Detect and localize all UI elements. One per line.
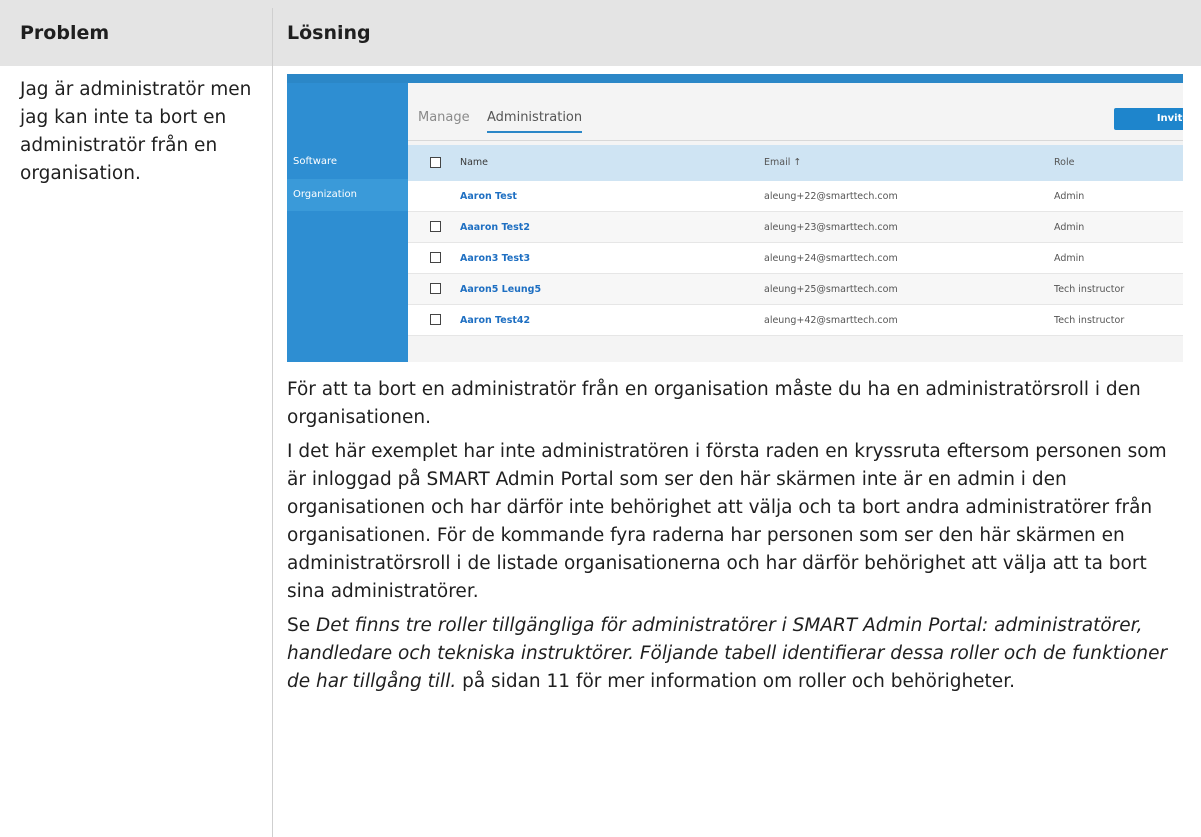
- row-role: Admin: [1054, 253, 1085, 264]
- screenshot-top-bar: [287, 74, 1183, 83]
- sidebar-item-organization: Organization: [287, 179, 408, 211]
- solution-paragraph-3: Se Det finns tre roller tillgängliga för…: [287, 612, 1187, 696]
- sidebar-item-software: Software: [293, 156, 338, 167]
- row-checkbox: [430, 314, 441, 325]
- row-email: aleung+25@smarttech.com: [764, 284, 898, 295]
- invite-button: Invite: [1114, 108, 1183, 130]
- column-divider: [272, 8, 273, 837]
- row-name: Aaron Test42: [460, 315, 531, 326]
- row-role: Tech instructor: [1054, 315, 1125, 326]
- row-name: Aaaron Test2: [460, 222, 530, 233]
- row-role: Admin: [1054, 191, 1085, 202]
- table-row: Aaaron Test2 aleung+23@smarttech.com Adm…: [408, 212, 1183, 243]
- row-checkbox: [430, 221, 441, 232]
- solution-paragraph-1: För att ta bort en administratör från en…: [287, 379, 1141, 428]
- solution-cell: För att ta bort en administratör från en…: [287, 376, 1187, 702]
- table-row: Aaron Test aleung+22@smarttech.com Admin: [408, 181, 1183, 212]
- column-name: Name: [460, 157, 489, 168]
- row-role: Admin: [1054, 222, 1085, 233]
- select-all-checkbox: [430, 157, 441, 168]
- row-name: Aaron3 Test3: [460, 253, 531, 264]
- table-row: Aaron Test42 aleung+42@smarttech.com Tec…: [408, 305, 1183, 336]
- column-email: Email ↑: [764, 157, 802, 168]
- header-solution: Lösning: [287, 22, 371, 44]
- screenshot-table-header: Name Email ↑ Role: [408, 145, 1183, 181]
- row-email: aleung+22@smarttech.com: [764, 191, 898, 202]
- table-header-row: Problem Lösning: [0, 0, 1201, 66]
- column-role: Role: [1054, 157, 1075, 168]
- row-checkbox: [430, 283, 441, 294]
- row-name: Aaron5 Leung5: [460, 284, 542, 295]
- table-row: Aaron3 Test3 aleung+24@smarttech.com Adm…: [408, 243, 1183, 274]
- screenshot-sidebar: Software Organization: [287, 83, 408, 362]
- header-problem: Problem: [20, 22, 110, 44]
- tab-manage: Manage: [418, 110, 470, 125]
- solution-paragraph-2: I det här exemplet har inte administratö…: [287, 441, 1167, 602]
- row-email: aleung+42@smarttech.com: [764, 315, 898, 326]
- row-email: aleung+24@smarttech.com: [764, 253, 898, 264]
- row-checkbox: [430, 252, 441, 263]
- admin-portal-screenshot: Software Organization Manage Administrat…: [287, 74, 1183, 362]
- problem-cell: Jag är administratör men jag kan inte ta…: [20, 79, 252, 184]
- table-row: Aaron5 Leung5 aleung+25@smarttech.com Te…: [408, 274, 1183, 305]
- screenshot-divider: [408, 140, 1183, 141]
- row-name: Aaron Test: [460, 191, 517, 202]
- see-suffix: på sidan 11 för mer information om rolle…: [456, 671, 1015, 692]
- tab-administration: Administration: [487, 103, 583, 133]
- see-prefix: Se: [287, 615, 317, 636]
- row-email: aleung+23@smarttech.com: [764, 222, 898, 233]
- row-role: Tech instructor: [1054, 284, 1125, 295]
